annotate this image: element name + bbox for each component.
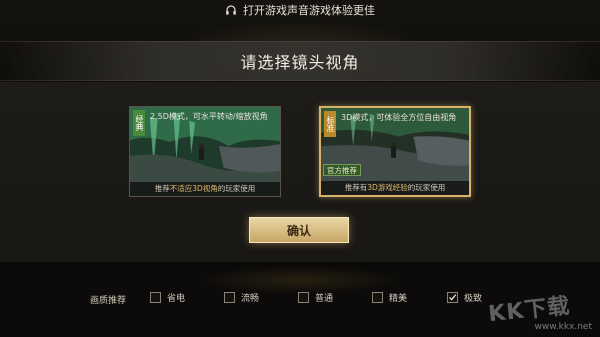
mode-tag-standard: 标准 — [324, 111, 336, 137]
mode-footer-classic-highlight: 不适应3D视角 — [169, 184, 218, 193]
mode-footer-standard: 推荐有3D游戏经验的玩家使用 — [321, 181, 469, 195]
mode-footer-classic: 推荐不适应3D视角的玩家使用 — [130, 182, 280, 196]
confirm-button[interactable]: 确认 — [249, 217, 349, 243]
page-title: 请选择镜头视角 — [240, 53, 360, 72]
quality-checkbox-checked[interactable] — [447, 292, 458, 303]
mode-footer-standard-highlight: 3D游戏经验 — [367, 183, 408, 192]
mode-footer-standard-prefix: 推荐有 — [344, 183, 368, 192]
quality-option-label: 普通 — [315, 294, 334, 304]
sound-hint: 打开游戏声音游戏体验更佳 — [0, 0, 600, 20]
camera-mode-card-classic[interactable]: 经典 2.5D模式，可水平转动/缩放视角 推荐不适应3D视角的玩家使用 — [129, 106, 281, 197]
mode-footer-classic-prefix: 推荐 — [154, 184, 170, 193]
official-recommend-badge: 官方推荐 — [323, 164, 361, 176]
quality-option-label: 流畅 — [241, 294, 260, 304]
checkmark-icon — [449, 294, 457, 301]
mode-description-standard: 3D模式，可体验全方位自由视角 — [341, 113, 457, 122]
quality-checkbox[interactable] — [150, 292, 161, 303]
camera-mode-card-standard[interactable]: 标准 3D模式，可体验全方位自由视角 官方推荐 推荐有3D游戏经验的玩家使用 — [319, 106, 471, 197]
quality-option-smooth[interactable]: 流畅 — [224, 291, 259, 304]
quality-option-label: 精美 — [389, 294, 408, 304]
page-title-band: 请选择镜头视角 — [0, 41, 600, 81]
mode-footer-classic-suffix: 的玩家使用 — [217, 184, 256, 193]
sound-hint-text: 打开游戏声音游戏体验更佳 — [243, 4, 375, 17]
watermark-url: www.kkx.net — [534, 322, 593, 332]
graphics-quality-label: 画质推荐 — [90, 296, 127, 306]
quality-checkbox[interactable] — [372, 292, 383, 303]
mode-footer-standard-suffix: 的玩家使用 — [407, 183, 446, 192]
quality-option-fine[interactable]: 精美 — [372, 291, 407, 304]
quality-checkbox[interactable] — [224, 292, 235, 303]
quality-checkbox[interactable] — [298, 292, 309, 303]
mode-description-classic: 2.5D模式，可水平转动/缩放视角 — [150, 112, 268, 121]
quality-option-power-save[interactable]: 省电 — [150, 291, 185, 304]
mode-tag-classic: 经典 — [133, 110, 145, 136]
quality-option-ultra[interactable]: 极致 — [447, 291, 482, 304]
quality-option-label: 省电 — [167, 294, 186, 304]
quality-option-normal[interactable]: 普通 — [298, 291, 333, 304]
headphones-icon — [226, 5, 236, 15]
quality-option-label: 极致 — [464, 294, 483, 304]
